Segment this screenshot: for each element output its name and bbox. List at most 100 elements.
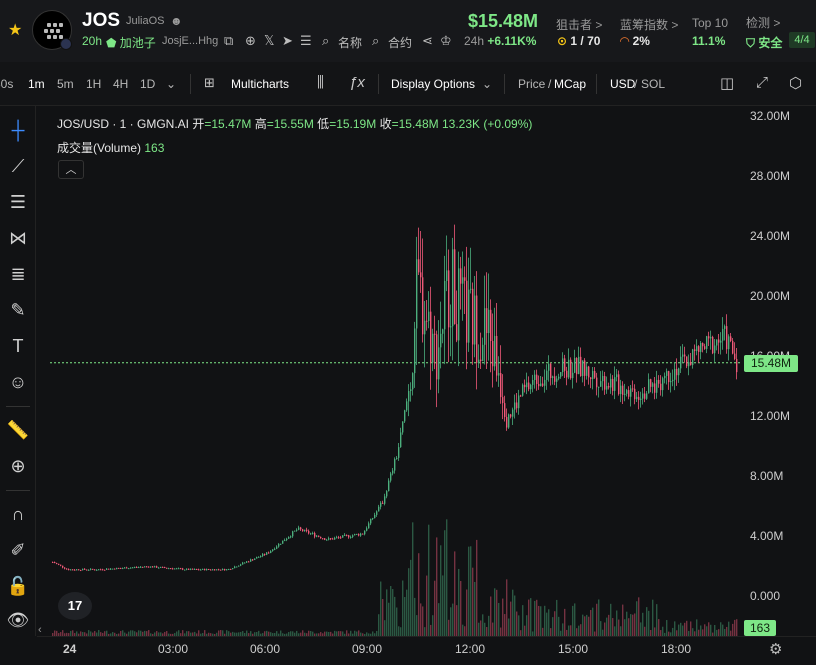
pattern-icon[interactable]: ⋈ xyxy=(6,226,30,250)
candle-body xyxy=(414,328,416,374)
search-name-label[interactable]: 名称 xyxy=(338,34,362,51)
multicharts-button[interactable]: Multicharts xyxy=(231,77,289,91)
crosshair-icon[interactable]: ┼ xyxy=(6,118,30,142)
candle-body xyxy=(408,391,410,402)
candle-body xyxy=(82,568,84,571)
volume-legend: 成交量(Volume) 163 xyxy=(57,139,164,156)
candle-body xyxy=(716,339,718,346)
candle-body xyxy=(60,564,62,566)
display-options-button[interactable]: Display Options xyxy=(391,77,475,91)
search-name-icon[interactable]: ⌕ xyxy=(322,33,329,49)
usd-toggle[interactable]: USD xyxy=(610,77,635,91)
collapse-legend-chevron-icon[interactable]: ︿ xyxy=(58,160,84,179)
messages-icon[interactable]: ☰ xyxy=(300,33,312,49)
candle-body xyxy=(322,538,324,540)
ruler-icon[interactable]: 📏 xyxy=(6,418,30,442)
horizontal-lines-icon[interactable]: ☰ xyxy=(6,190,30,214)
candle-body xyxy=(398,447,400,458)
tradingview-logo[interactable]: 17 xyxy=(58,592,92,620)
candle-body xyxy=(598,386,600,388)
text-tool-icon[interactable]: T xyxy=(6,334,30,358)
candle-body xyxy=(426,320,428,322)
sniper-label[interactable]: 狙击者 > xyxy=(556,16,602,33)
search-contract-label[interactable]: 合约 xyxy=(388,34,412,51)
candle-body xyxy=(532,380,534,385)
volume-bar xyxy=(562,623,564,636)
candle-body xyxy=(362,533,364,535)
favorite-star-icon[interactable]: ★ xyxy=(8,20,22,40)
volume-bar xyxy=(614,626,616,636)
website-icon[interactable]: ⊕ xyxy=(245,33,256,49)
candle-body xyxy=(500,373,502,398)
telegram-icon[interactable]: ➤ xyxy=(282,33,293,49)
timeframe-1d[interactable]: 1D xyxy=(140,77,155,91)
sol-toggle[interactable]: SOL xyxy=(641,77,665,91)
zoom-in-icon[interactable]: ⊕ xyxy=(6,454,30,478)
candle-body xyxy=(732,340,734,354)
timeframe-30s[interactable]: 30s xyxy=(0,77,13,91)
fib-levels-icon[interactable]: ≣ xyxy=(6,262,30,286)
share-icon[interactable]: ⋖ xyxy=(422,33,433,49)
candle-body xyxy=(514,402,516,410)
candle-body xyxy=(454,249,456,325)
volume-bar xyxy=(666,620,668,636)
candle-body xyxy=(222,568,224,571)
candle-body xyxy=(460,268,462,284)
candle-body xyxy=(238,565,240,567)
timeframe-4h[interactable]: 4H xyxy=(113,77,128,91)
price-mode-toggle[interactable]: Price xyxy=(518,77,545,91)
volume-bar xyxy=(616,610,618,636)
candle-body xyxy=(378,506,380,512)
fullscreen-icon[interactable]: ⤢ xyxy=(756,74,768,91)
brush-icon[interactable]: ✎ xyxy=(6,298,30,322)
add-chart-icon[interactable]: ⊞ xyxy=(204,75,215,91)
display-options-chevron-icon[interactable]: ⌄ xyxy=(482,77,492,91)
candle-body xyxy=(276,546,278,549)
scroll-left-chevron-icon[interactable]: ‹ xyxy=(38,624,42,636)
volume-bar xyxy=(420,603,422,636)
magnet-icon[interactable]: ∩ xyxy=(6,502,30,526)
change-period: 24h xyxy=(464,34,485,48)
candlestick-chart[interactable] xyxy=(37,106,816,636)
timeframe-dropdown-chevron-icon[interactable]: ⌄ xyxy=(166,77,176,91)
candle-body xyxy=(318,535,320,537)
candle-body xyxy=(590,377,592,380)
trendline-icon[interactable]: ⟋ xyxy=(6,154,30,178)
candle-body xyxy=(478,359,480,363)
timeframe-1h[interactable]: 1H xyxy=(86,77,101,91)
bluechip-label[interactable]: 蓝筹指数 > xyxy=(620,16,678,33)
toolbar-divider xyxy=(504,74,505,94)
timeframe-1m[interactable]: 1m xyxy=(28,77,45,91)
visibility-eye-icon[interactable]: 👁 xyxy=(6,608,30,632)
candle-body xyxy=(392,470,394,474)
unlock-icon[interactable]: 🔓 xyxy=(6,574,30,598)
candle-body xyxy=(332,538,334,540)
volume-bar xyxy=(534,600,536,636)
candle-body xyxy=(578,356,580,375)
candle-body xyxy=(194,569,196,571)
candle-type-icon[interactable]: ⫼ xyxy=(317,74,324,91)
x-twitter-icon[interactable]: 𝕏 xyxy=(264,33,274,49)
candle-body xyxy=(272,549,274,552)
timeframe-5m[interactable]: 5m xyxy=(57,77,74,91)
settings-hex-icon[interactable]: ⬡ xyxy=(789,74,802,92)
candle-body xyxy=(410,389,412,392)
volume-bar xyxy=(576,628,578,636)
candle-body xyxy=(550,363,552,378)
add-pool-link[interactable]: ⬟ 加池子 xyxy=(106,34,156,51)
lock-drawing-icon[interactable]: ✐ xyxy=(6,538,30,562)
search-contract-icon[interactable]: ⌕ xyxy=(372,33,379,49)
camera-icon[interactable]: ◫ xyxy=(720,74,734,92)
crown-icon[interactable]: ♔ xyxy=(440,33,452,49)
indicators-fx-icon[interactable]: ƒx xyxy=(349,74,365,91)
candle-body xyxy=(472,288,474,345)
check-label[interactable]: 检测 > xyxy=(746,14,780,31)
volume-bar xyxy=(514,595,516,636)
contract-address[interactable]: JosjE...Hhg xyxy=(162,35,218,47)
emoji-icon[interactable]: ☺ xyxy=(6,370,30,394)
mcap-mode-toggle[interactable]: MCap xyxy=(554,77,586,91)
axis-settings-gear-icon[interactable]: ⚙ xyxy=(769,640,782,658)
candle-body xyxy=(488,309,490,334)
candle-body xyxy=(248,561,250,563)
copy-icon[interactable]: ⧉ xyxy=(224,33,233,49)
